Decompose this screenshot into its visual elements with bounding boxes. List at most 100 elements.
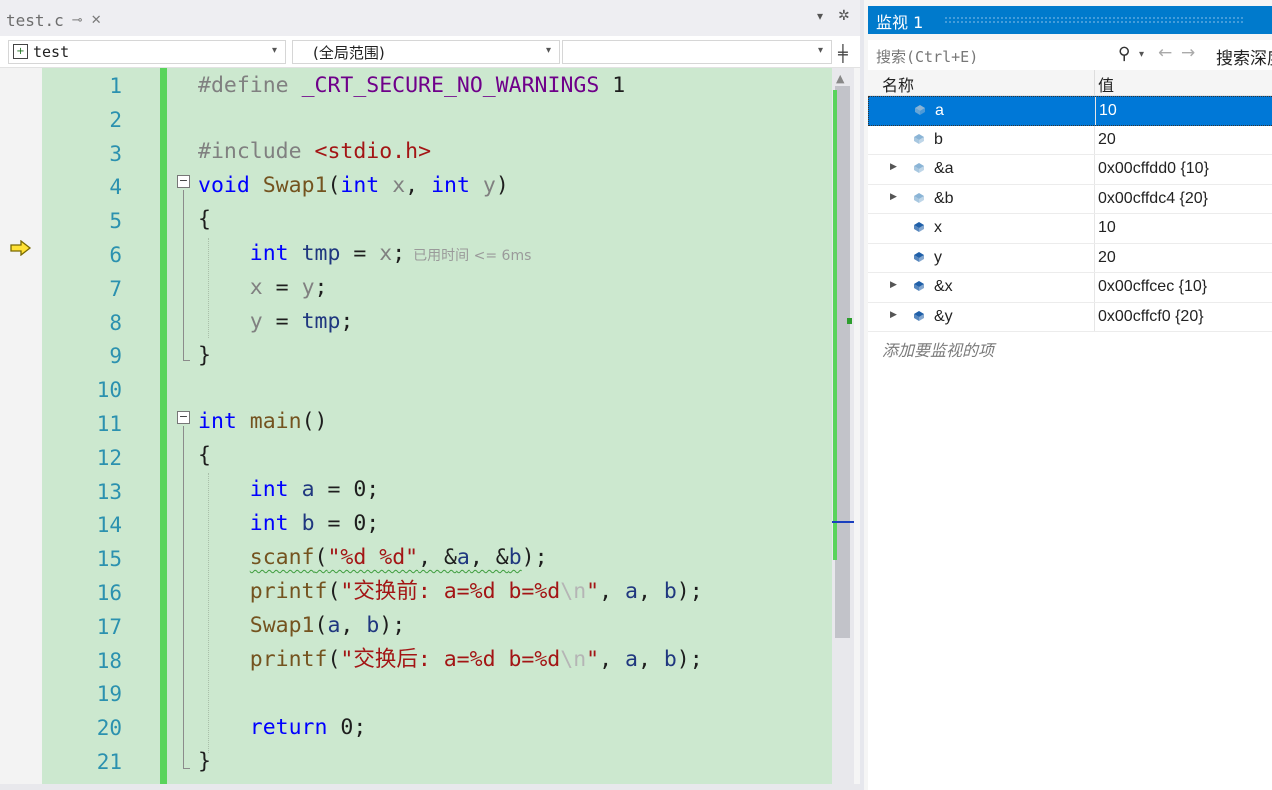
line-number: 15 — [96, 547, 122, 572]
horizontal-scrollbar[interactable] — [0, 784, 860, 790]
line-number: 11 — [96, 412, 122, 436]
line-number: 20 — [96, 716, 122, 741]
title-grip — [944, 16, 1244, 24]
watch-name[interactable]: y — [934, 249, 942, 267]
watch-value[interactable]: 10 — [1098, 219, 1116, 237]
chevron-down-icon: ▾ — [817, 45, 823, 56]
watch-name[interactable]: a — [935, 102, 944, 120]
split-editor-icon[interactable]: ╪ — [838, 44, 848, 63]
tab-title: test.c — [6, 10, 64, 30]
watch-row[interactable]: ▶ &y 0x00cffcf0 {20} — [868, 302, 1272, 332]
code-line-20: return 0; — [249, 715, 367, 740]
code-line-16: printf("交换前: a=%d b=%d\n", a, b); — [249, 579, 703, 604]
column-header-name[interactable]: 名称 — [882, 72, 914, 96]
watch-value[interactable]: 10 — [1099, 102, 1117, 120]
expand-icon[interactable]: ▶ — [890, 280, 897, 290]
fold-guide — [183, 426, 184, 768]
code-line-12: { — [198, 443, 211, 468]
fold-guide-end — [183, 360, 190, 361]
watch-value[interactable]: 20 — [1098, 249, 1116, 267]
line-number: 5 — [109, 209, 122, 234]
code-area[interactable]: 1 2 3 4 5 6 7 8 9 10 11 12 13 14 15 16 17 18 19 20 21 − − #d… — [0, 68, 832, 784]
watch-row[interactable]: b 20 — [868, 125, 1272, 155]
line-number: 1 — [109, 74, 122, 98]
watch-value[interactable]: 0x00cffdd0 {10} — [1098, 160, 1209, 178]
code-line-8: y = tmp; — [249, 309, 354, 334]
collapse-toggle[interactable]: − — [177, 411, 190, 424]
watch-value[interactable]: 20 — [1098, 131, 1116, 149]
watch-row[interactable]: y 20 — [868, 243, 1272, 273]
watch-name[interactable]: b — [934, 131, 943, 149]
collapse-toggle[interactable]: − — [177, 175, 190, 188]
watch-value[interactable]: 0x00cffcf0 {20} — [1098, 308, 1204, 326]
line-number: 14 — [96, 513, 122, 538]
pin-icon[interactable]: ⊸ — [72, 13, 83, 28]
watch-value[interactable]: 0x00cffcec {10} — [1098, 278, 1207, 296]
project-dropdown[interactable]: + test ▾ — [8, 40, 286, 64]
code-line-15: scanf("%d %d", &a, &b); — [249, 545, 548, 570]
variable-icon — [914, 310, 924, 321]
code-line-9: } — [198, 343, 211, 368]
line-number: 21 — [96, 750, 122, 774]
vertical-scrollbar[interactable]: ▲ — [832, 68, 854, 784]
watch-name[interactable]: &a — [934, 160, 954, 178]
code-line-1: #define _CRT_SECURE_NO_WARNINGS 1 — [198, 73, 626, 98]
warning-squiggle[interactable]: scanf("%d %d", &a, &b — [250, 545, 522, 570]
line-number: 17 — [96, 614, 122, 639]
expand-icon[interactable]: ▶ — [890, 162, 897, 172]
scrollbar-caret-marker — [832, 521, 854, 523]
watch-row[interactable]: ▶ &a 0x00cffdd0 {10} — [868, 155, 1272, 185]
column-divider — [1094, 243, 1095, 272]
line-number: 3 — [109, 141, 122, 166]
code-line-14: int b = 0; — [249, 511, 380, 536]
expand-icon[interactable]: ▶ — [890, 310, 897, 320]
watch-row[interactable]: ▶ &x 0x00cffcec {10} — [868, 273, 1272, 303]
forward-arrow-icon[interactable]: → — [1181, 43, 1195, 63]
elapsed-time-perftip[interactable]: 已用时间 <= 6ms — [413, 248, 531, 264]
watch-name[interactable]: &b — [934, 190, 954, 208]
column-divider — [1094, 273, 1095, 302]
line-number: 7 — [109, 276, 122, 301]
watch-row[interactable]: ▶ &b 0x00cffdc4 {20} — [868, 184, 1272, 214]
code-editor-pane: test.c ⊸ ✕ ▾ ✲ + test ▾ (全局范围) ▾ ▾ ╪ 123… — [0, 0, 860, 790]
scope-label: (全局范围) — [313, 44, 385, 62]
chevron-down-icon[interactable]: ▾ — [1139, 49, 1144, 60]
column-divider[interactable] — [1094, 70, 1095, 96]
watch-search-bar: 搜索(Ctrl+E) ⚲ ▾ ← → 搜索深度 — [868, 40, 1272, 70]
watch-window: 监视 1 搜索(Ctrl+E) ⚲ ▾ ← → 搜索深度 名称 值 a 10 b 20… — [860, 0, 1272, 790]
tab-list-dropdown-icon[interactable]: ▾ — [817, 9, 823, 23]
watch-row[interactable]: x 10 — [868, 214, 1272, 244]
watch-name[interactable]: &x — [934, 278, 953, 296]
add-watch-row[interactable]: 添加要监视的项 — [868, 332, 1272, 362]
code-line-6: int tmp = x; 已用时间 <= 6ms — [249, 241, 532, 266]
add-watch-placeholder[interactable]: 添加要监视的项 — [882, 337, 994, 361]
variable-icon — [914, 281, 924, 291]
scrollbar-thumb[interactable] — [835, 86, 850, 638]
watch-title-bar[interactable]: 监视 1 — [868, 6, 1272, 34]
scroll-up-icon[interactable]: ▲ — [836, 72, 844, 85]
line-number: 10 — [96, 378, 122, 403]
search-icon[interactable]: ⚲ — [1118, 44, 1130, 64]
code-line-21: } — [198, 749, 211, 774]
member-dropdown[interactable]: ▾ — [562, 40, 832, 64]
code-line-4: void Swap1(int x, int y) — [198, 173, 509, 198]
glyph-margin[interactable] — [0, 68, 42, 784]
code-line-11: int main() — [198, 409, 328, 434]
watch-row[interactable]: a 10 — [868, 96, 1272, 126]
watch-column-header: 名称 值 — [868, 70, 1272, 96]
close-icon[interactable]: ✕ — [91, 13, 102, 28]
line-number: 19 — [96, 682, 122, 707]
gear-icon[interactable]: ✲ — [838, 8, 850, 24]
watch-name[interactable]: x — [934, 219, 942, 237]
column-header-value[interactable]: 值 — [1098, 72, 1114, 96]
tab-test-c[interactable]: test.c ⊸ ✕ — [6, 9, 102, 31]
search-input[interactable]: 搜索(Ctrl+E) — [876, 46, 978, 67]
scope-dropdown[interactable]: (全局范围) ▾ — [292, 40, 560, 64]
watch-name[interactable]: &y — [934, 308, 953, 326]
line-number: 6 — [109, 243, 122, 267]
variable-icon — [914, 251, 924, 262]
expand-icon[interactable]: ▶ — [890, 192, 897, 202]
watch-value[interactable]: 0x00cffdc4 {20} — [1098, 190, 1208, 208]
search-depth-label[interactable]: 搜索深度 — [1216, 44, 1272, 69]
back-arrow-icon[interactable]: ← — [1158, 43, 1172, 63]
